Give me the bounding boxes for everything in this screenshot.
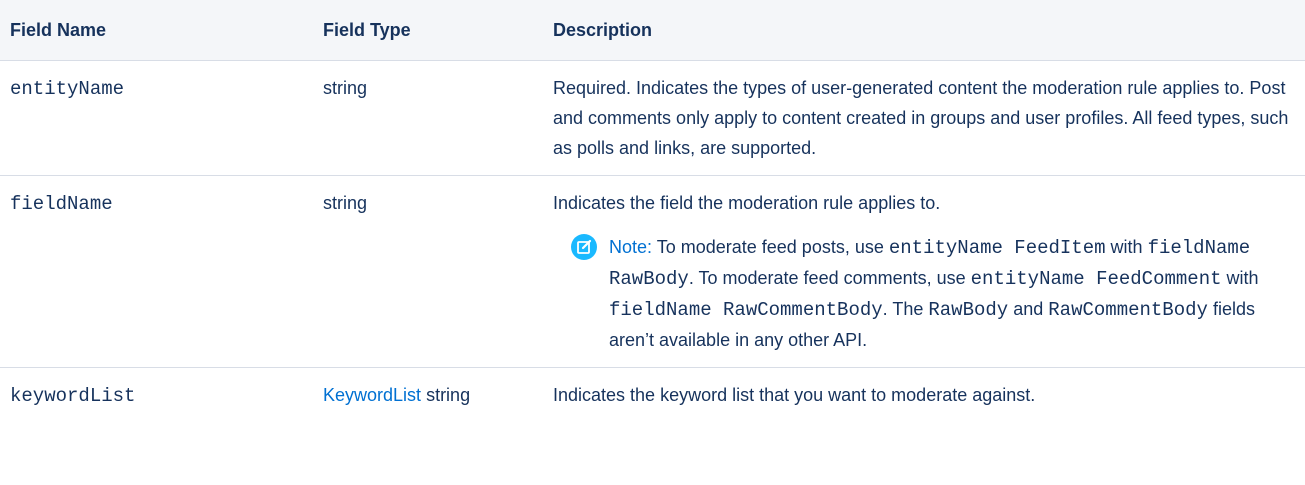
field-table: Field Name Field Type Description entity… — [0, 0, 1305, 423]
note-text: with — [1226, 268, 1259, 288]
field-name-cell: fieldName — [0, 175, 313, 368]
keywordlist-type-link[interactable]: KeywordList — [323, 385, 421, 405]
description-text: Indicates the field the moderation rule … — [553, 193, 941, 213]
note-text: and — [1013, 299, 1044, 319]
field-name: keywordList — [10, 385, 136, 407]
note-edit-icon — [571, 234, 597, 260]
note-code: RawBody — [928, 299, 1009, 321]
header-row: Field Name Field Type Description — [0, 0, 1305, 61]
note-text: . To moderate feed comments, use — [688, 268, 966, 288]
field-type-text: string — [426, 385, 471, 405]
note-code: fieldName RawCommentBody — [609, 299, 883, 321]
table-row: keywordList KeywordList string Indicates… — [0, 368, 1305, 424]
header-field-name: Field Name — [0, 0, 313, 61]
note-code: entityName FeedItem — [888, 237, 1106, 259]
header-field-type: Field Type — [313, 0, 543, 61]
description-cell: Indicates the keyword list that you want… — [553, 385, 1036, 405]
field-name: fieldName — [10, 193, 113, 215]
note-code: RawCommentBody — [1048, 299, 1208, 321]
table-row: fieldName string Indicates the field the… — [0, 175, 1305, 368]
header-description: Description — [543, 0, 1305, 61]
field-name-cell: keywordList — [0, 368, 313, 424]
description-cell: Required. Indicates the types of user-ge… — [543, 60, 1305, 176]
field-name: entityName — [10, 78, 125, 100]
field-type-cell: string — [313, 175, 543, 368]
note-text: . The — [882, 299, 924, 319]
field-type-cell: KeywordList string — [313, 368, 543, 424]
note-label: Note: — [609, 237, 653, 257]
note-text: with — [1110, 237, 1143, 257]
note-text: To moderate feed posts, use — [656, 237, 884, 257]
note-block: Note: To moderate feed posts, use entity… — [553, 232, 1291, 355]
field-type-cell: string — [313, 60, 543, 176]
field-name-cell: entityName — [0, 60, 313, 176]
note-code: entityName FeedComment — [970, 268, 1222, 290]
table-row: entityName string Required. Indicates th… — [0, 60, 1305, 176]
description-cell: Indicates the field the moderation rule … — [543, 175, 1305, 368]
